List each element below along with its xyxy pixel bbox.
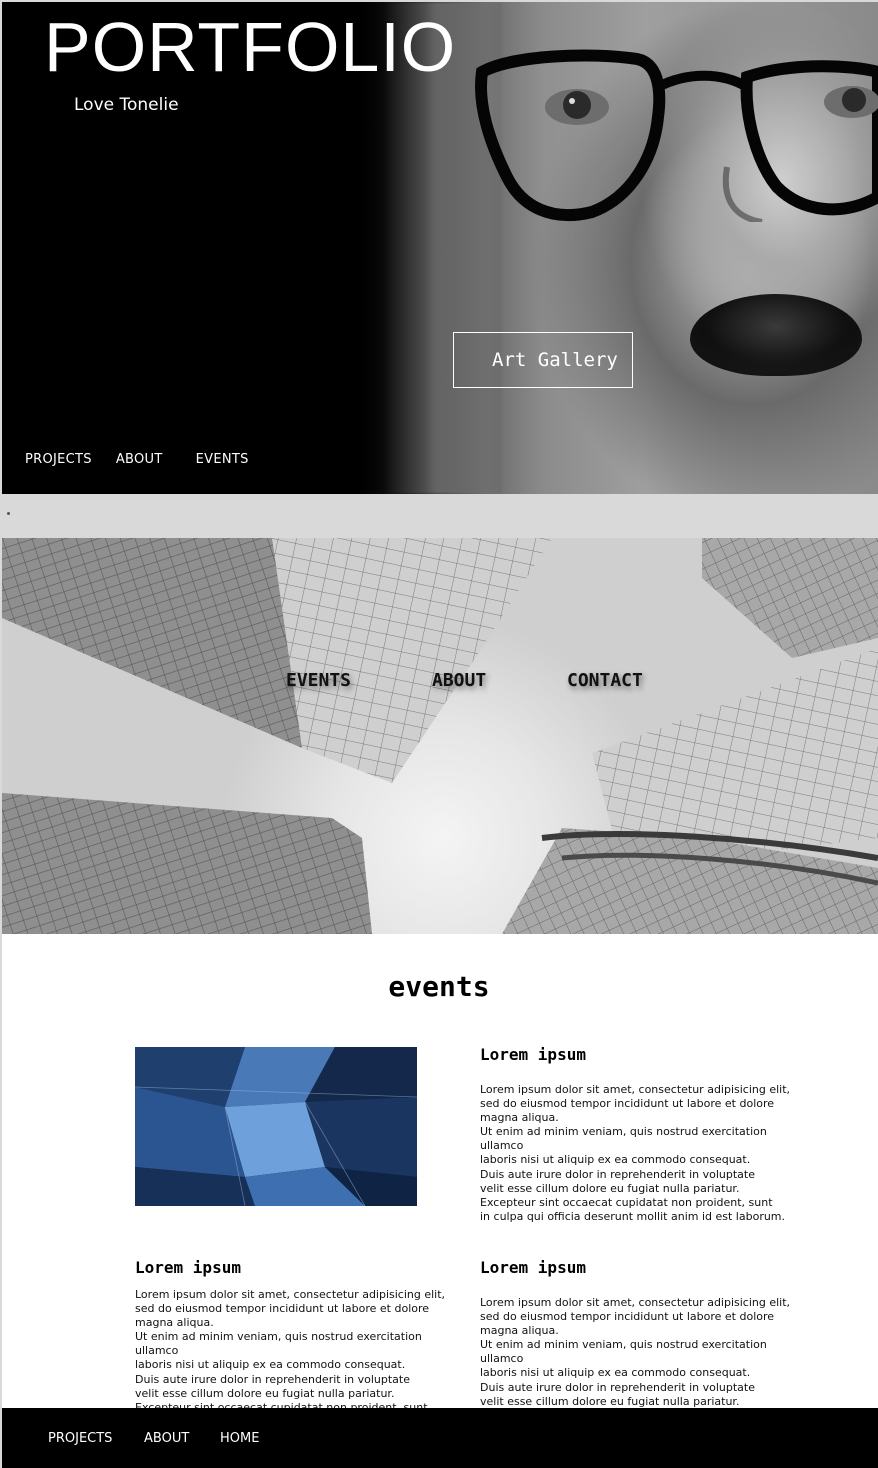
page-subtitle: Love Tonelie xyxy=(74,95,179,115)
city-nav: EVENTS ABOUT CONTACT xyxy=(0,670,878,694)
events-heading: events xyxy=(388,970,490,1003)
footer-nav-projects[interactable]: PROJECTS xyxy=(48,1431,112,1446)
lips-image xyxy=(690,294,862,376)
event-card-1-title: Lorem ipsum xyxy=(480,1045,586,1064)
footer xyxy=(2,1408,878,1468)
event-card-2-title: Lorem ipsum xyxy=(135,1258,241,1277)
separator-dot xyxy=(7,512,10,515)
event-card-1-body: Lorem ipsum dolor sit amet, consectetur … xyxy=(480,1083,791,1223)
event-card-3-title: Lorem ipsum xyxy=(480,1258,586,1277)
city-nav-events[interactable]: EVENTS xyxy=(286,670,351,691)
hero-nav-about[interactable]: ABOUT xyxy=(116,452,163,467)
page-title: PORTFOLIO xyxy=(44,8,457,86)
city-nav-about[interactable]: ABOUT xyxy=(432,670,486,691)
event-card-2-body: Lorem ipsum dolor sit amet, consectetur … xyxy=(135,1288,446,1408)
hero-nav: PROJECTS ABOUT EVENTS xyxy=(25,452,249,467)
event-image xyxy=(135,1047,417,1206)
footer-nav-about[interactable]: ABOUT xyxy=(144,1431,189,1446)
skyscrapers-image xyxy=(2,538,878,934)
hero-section: PORTFOLIO Love Tonelie Art Gallery PROJE… xyxy=(2,2,878,494)
art-gallery-button[interactable]: Art Gallery xyxy=(453,332,633,388)
event-card-3-body: Lorem ipsum dolor sit amet, consectetur … xyxy=(480,1296,791,1408)
hero-nav-projects[interactable]: PROJECTS xyxy=(25,452,92,467)
footer-nav-home[interactable]: HOME xyxy=(220,1431,259,1446)
hero-nav-events[interactable]: EVENTS xyxy=(196,452,249,467)
city-banner xyxy=(2,538,878,934)
eyeglasses-image xyxy=(475,49,878,222)
city-nav-contact[interactable]: CONTACT xyxy=(567,670,643,691)
